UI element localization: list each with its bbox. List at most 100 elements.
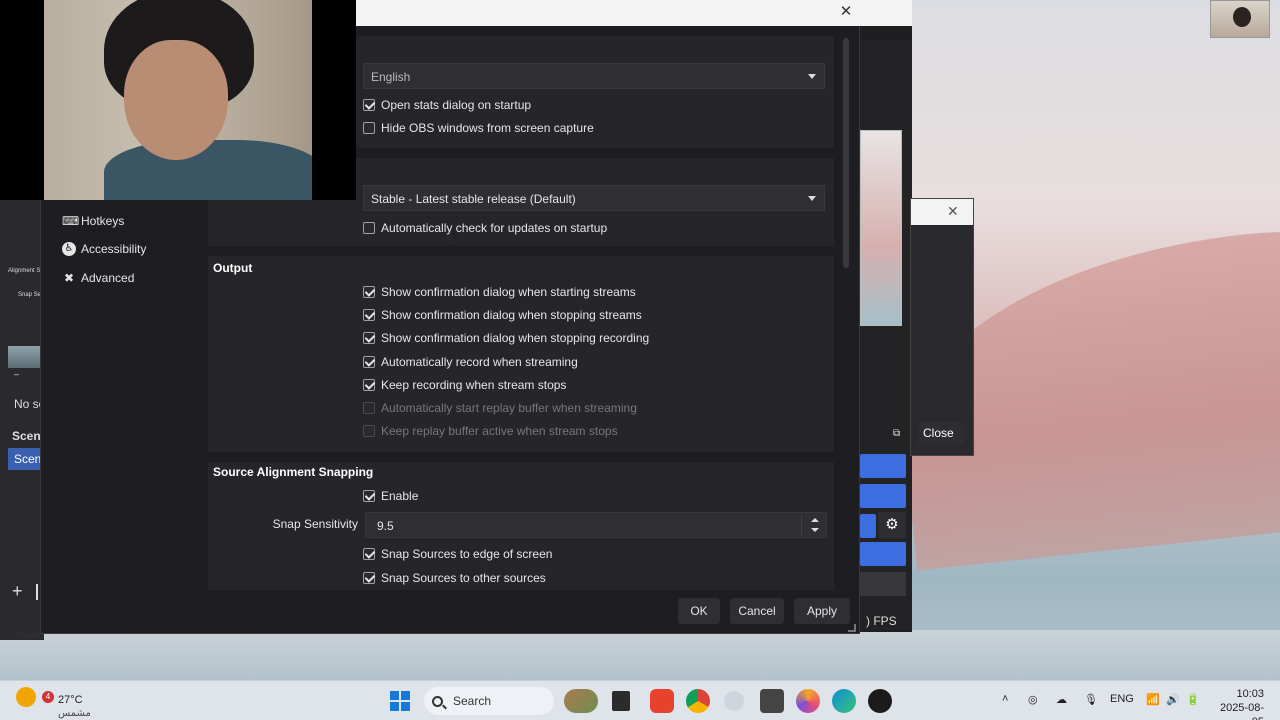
checkbox-checked-icon (363, 379, 375, 391)
system-clock[interactable]: 10:03 2025-08-05 (1208, 687, 1264, 720)
tray-app-icon[interactable]: ◎ (1028, 693, 1038, 706)
chrome-icon[interactable] (686, 689, 710, 713)
taskbar-search-label: Search (453, 694, 492, 708)
auto-record-checkbox[interactable]: Automatically record when streaming (363, 353, 578, 371)
wps-office-icon[interactable] (650, 689, 674, 713)
checkbox-label: Snap Sources to other sources (381, 571, 546, 585)
checkbox-label: Keep replay buffer active when stream st… (381, 424, 618, 438)
taskbar-search[interactable]: Search (424, 687, 554, 715)
keyboard-icon: ⌨ (62, 214, 80, 228)
sun-icon (16, 687, 36, 707)
snap-sensitivity-stepper[interactable]: 9.5 (365, 512, 827, 538)
language-select-value: English (371, 70, 411, 84)
keep-recording-checkbox[interactable]: Keep recording when stream stops (363, 376, 566, 394)
checkbox-label: Open stats dialog on startup (381, 98, 532, 112)
checkbox-disabled-icon (363, 425, 375, 437)
preview-thumbnail (860, 130, 902, 326)
snap-sources-checkbox[interactable]: Snap Sources to other sources (363, 569, 546, 587)
fps-readout: ) FPS (866, 614, 897, 628)
confirm-stop-stream-checkbox[interactable]: Show confirmation dialog when stopping s… (363, 306, 642, 324)
chevron-up-icon[interactable]: ˄ (1002, 693, 1008, 705)
checkbox-label: Show confirmation dialog when stopping r… (381, 331, 650, 345)
stepper-divider (801, 515, 802, 535)
close-button[interactable]: Close (918, 422, 964, 444)
snapping-enable-checkbox[interactable]: Enable (363, 487, 418, 505)
sidebar-item-label: Accessibility (81, 242, 147, 256)
auto-update-checkbox[interactable]: Automatically check for updates on start… (363, 219, 607, 237)
volume-icon[interactable]: 🔊 (1166, 693, 1180, 706)
settings-sidebar: ⌨ Hotkeys ♿ Accessibility ✖ Advanced (48, 200, 200, 590)
settings-titlebar (356, 0, 900, 26)
weather-widget[interactable]: 4 27°C مشمس (16, 687, 91, 719)
firefox-icon[interactable] (796, 689, 820, 713)
snap-edge-checkbox[interactable]: Snap Sources to edge of screen (363, 545, 552, 563)
windows-logo-tile (401, 702, 410, 711)
restore-icon[interactable]: ⧉ (893, 428, 900, 439)
resize-grip-icon[interactable] (848, 624, 856, 632)
start-button[interactable] (390, 691, 410, 711)
auto-replay-buffer-checkbox: Automatically start replay buffer when s… (363, 399, 637, 417)
strip-thumbnail (8, 346, 42, 368)
wifi-icon[interactable]: 📶 (1146, 693, 1160, 706)
screen-tool-icon[interactable] (760, 689, 784, 713)
widgets-food-icon[interactable] (564, 689, 598, 713)
control-button-2[interactable] (860, 484, 906, 508)
small-dialog-close-icon[interactable]: ✕ (947, 203, 959, 220)
notification-badge: 4 (42, 691, 54, 703)
checkbox-label: Show confirmation dialog when stopping s… (381, 308, 642, 322)
checkbox-label: Snap Sources to edge of screen (381, 547, 553, 561)
app-icon[interactable] (724, 691, 744, 711)
obs-app-icon[interactable] (868, 689, 892, 713)
control-button-1[interactable] (860, 454, 906, 478)
sidebar-item-advanced[interactable]: ✖ Advanced (62, 267, 134, 289)
weather-temp: 27°C (58, 694, 83, 706)
chevron-down-icon[interactable] (811, 528, 819, 532)
control-button-4[interactable] (860, 542, 906, 566)
scrollbar-thumb[interactable] (843, 38, 849, 268)
ok-button[interactable]: OK (678, 598, 720, 624)
keep-replay-buffer-checkbox: Keep replay buffer active when stream st… (363, 422, 618, 440)
confirm-start-stream-checkbox[interactable]: Show confirmation dialog when starting s… (363, 283, 636, 301)
cancel-button[interactable]: Cancel (730, 598, 784, 624)
taskbar: 4 27°C مشمس Search ˄ ◎ ☁ 🎙 ENG 📶 🔊 🔋 10:… (0, 680, 1280, 720)
sidebar-item-hotkeys[interactable]: ⌨ Hotkeys (62, 210, 124, 232)
chevron-up-icon[interactable] (811, 518, 819, 522)
tools-icon: ✖ (63, 271, 75, 285)
language-select[interactable]: English (363, 63, 825, 89)
checkbox-unchecked-icon (363, 222, 375, 234)
terminal-app-icon[interactable] (612, 691, 630, 711)
control-button-3[interactable] (860, 514, 876, 538)
scene-list-item[interactable]: Scene (8, 448, 44, 470)
language-indicator[interactable]: ENG (1110, 693, 1134, 705)
windows-logo-tile (390, 691, 399, 700)
checkbox-label: Hide OBS windows from screen capture (381, 121, 594, 135)
add-scene-icon[interactable]: + (12, 582, 28, 600)
webcam-person-face (124, 40, 228, 160)
gear-icon[interactable]: ⚙ (878, 512, 906, 538)
update-channel-value: Stable - Latest stable release (Default) (371, 192, 576, 206)
microphone-icon[interactable]: 🎙 (1084, 693, 1098, 706)
checkbox-disabled-icon (363, 402, 375, 414)
checkbox-checked-icon (363, 286, 375, 298)
checkbox-label: Automatically start replay buffer when s… (381, 401, 637, 415)
accessibility-icon: ♿ (62, 242, 76, 256)
hide-obs-checkbox[interactable]: Hide OBS windows from screen capture (363, 119, 594, 137)
update-channel-select[interactable]: Stable - Latest stable release (Default) (363, 185, 825, 211)
sidebar-item-label: Advanced (81, 271, 135, 285)
apply-button[interactable]: Apply (794, 598, 850, 624)
open-stats-checkbox[interactable]: Open stats dialog on startup (363, 96, 531, 114)
edge-icon[interactable] (832, 689, 856, 713)
checkbox-checked-icon (363, 332, 375, 344)
checkbox-label: Automatically check for updates on start… (381, 221, 608, 235)
battery-icon[interactable]: 🔋 (1186, 693, 1200, 706)
confirm-stop-recording-checkbox[interactable]: Show confirmation dialog when stopping r… (363, 329, 649, 347)
sidebar-item-accessibility[interactable]: ♿ Accessibility (62, 238, 146, 260)
weather-condition: مشمس (58, 708, 91, 719)
secondary-webcam (1210, 0, 1270, 38)
control-button-5[interactable] (860, 572, 906, 596)
cloud-icon[interactable]: ☁ (1056, 693, 1067, 706)
chevron-down-icon (808, 74, 816, 79)
wallpaper-water (0, 630, 1280, 680)
strip-minus-icon[interactable]: – (14, 369, 19, 379)
settings-close-icon[interactable]: ✕ (838, 4, 854, 20)
